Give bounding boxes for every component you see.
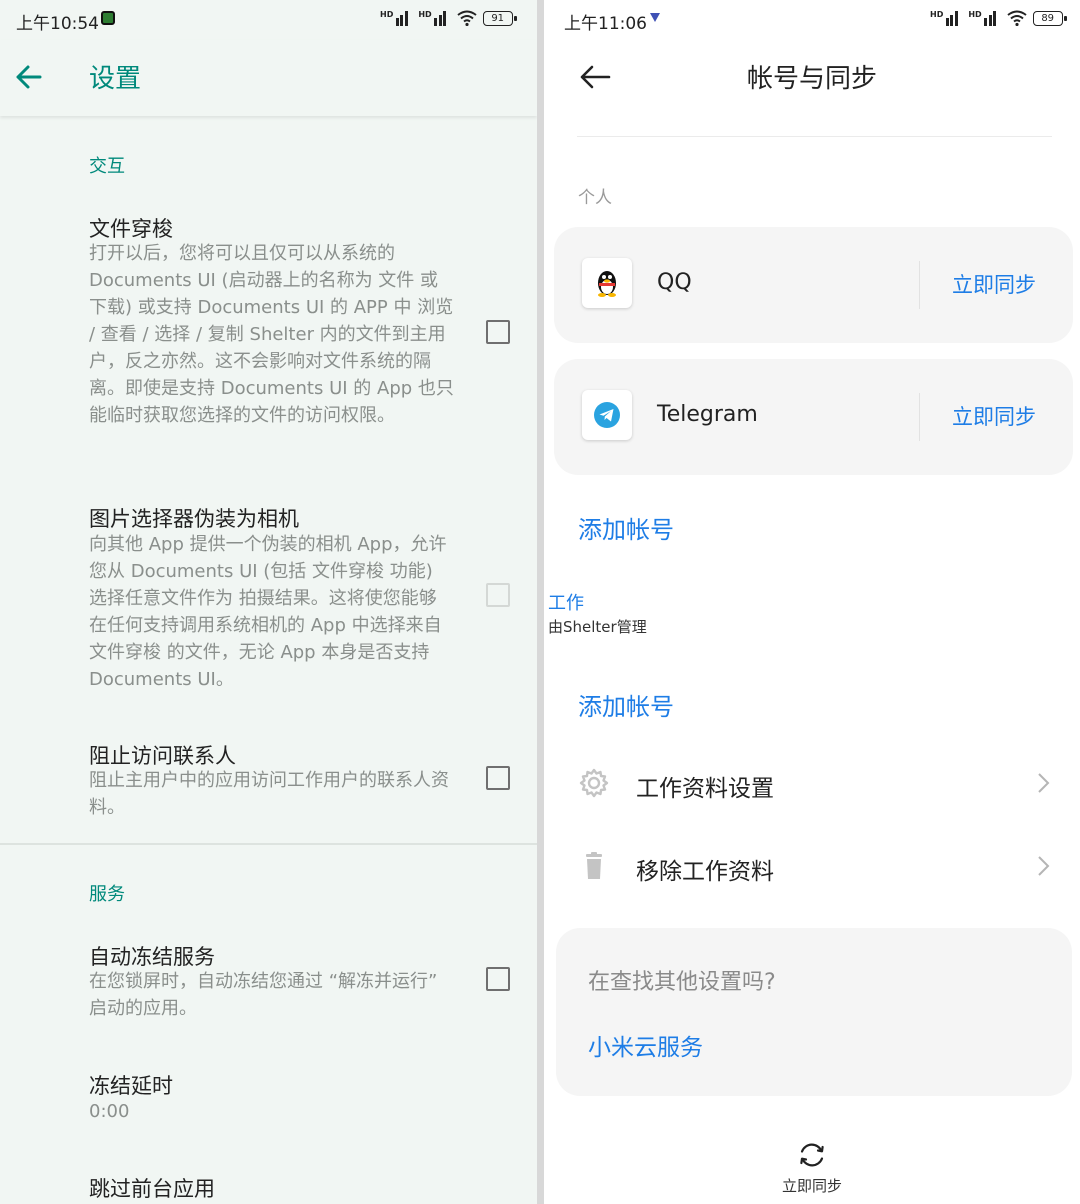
status-bar: 上午11:06 HD HD 89 <box>544 0 1080 40</box>
vpn-key-icon <box>650 13 660 22</box>
back-arrow-icon[interactable] <box>12 60 46 94</box>
app-bar: 设置 <box>0 40 537 116</box>
auto-freeze-checkbox[interactable] <box>486 967 510 991</box>
shelter-settings-screen: 上午10:54 HD HD 91 设置 交互 文件穿梭 打开以后，您将可以且仅可… <box>0 0 537 1204</box>
status-icons: HD HD 91 <box>380 10 517 26</box>
screen-separator <box>537 0 544 1204</box>
status-bar: 上午10:54 HD HD 91 <box>0 0 537 40</box>
pref-title: 阻止访问联系人 <box>89 744 236 768</box>
battery-icon: 89 <box>1032 10 1067 26</box>
other-settings-card: 在查找其他设置吗? 小米云服务 <box>556 928 1072 1096</box>
pref-summary: 打开以后，您将可以且仅可以从系统的 Documents UI (启动器上的名称为… <box>89 243 454 426</box>
xiaomi-cloud-link[interactable]: 小米云服务 <box>588 1028 703 1062</box>
pref-summary: 向其他 App 提供一个伪装的相机 App，允许您从 Documents UI … <box>89 534 447 690</box>
qq-penguin-icon <box>582 258 632 308</box>
battery-icon: 91 <box>482 10 517 26</box>
file-shuttle-checkbox[interactable] <box>486 320 510 344</box>
sync-icon <box>800 1143 824 1167</box>
divider <box>919 393 920 441</box>
pref-summary: 阻止主用户中的应用访问工作用户的联系人资料。 <box>89 770 449 818</box>
work-group-subtitle: 由Shelter管理 <box>548 618 647 636</box>
status-time: 上午11:06 <box>564 14 647 34</box>
sync-now-button[interactable]: 立即同步 <box>952 269 1036 299</box>
pref-summary: 0:00 <box>89 1101 130 1122</box>
divider <box>577 136 1052 137</box>
sync-now-button[interactable]: 立即同步 <box>952 401 1036 431</box>
section-header-services: 服务 <box>89 884 125 905</box>
signal-icon: HD <box>418 10 450 26</box>
status-time: 上午10:54 <box>16 14 99 34</box>
chevron-right-icon <box>1038 773 1050 793</box>
battery-level: 89 <box>1041 12 1055 24</box>
telegram-icon <box>582 390 632 440</box>
section-header-interaction: 交互 <box>89 156 125 177</box>
pref-summary: 在您锁屏时，自动冻结您通过 “解冻并运行” 启动的应用。 <box>89 971 438 1019</box>
pref-title: 文件穿梭 <box>89 217 173 241</box>
accounts-sync-screen: 上午11:06 HD HD 89 帐号与同步 个人 QQ 立即同步 Telegr… <box>544 0 1080 1204</box>
trash-icon <box>586 852 602 879</box>
wifi-icon <box>1007 10 1027 26</box>
personal-group-label: 个人 <box>578 188 612 208</box>
battery-level: 91 <box>491 12 505 24</box>
pref-title: 自动冻结服务 <box>89 945 215 969</box>
chevron-right-icon <box>1038 856 1050 876</box>
pref-title: 跳过前台应用 <box>89 1177 215 1201</box>
wifi-icon <box>457 10 477 26</box>
row-title: 工作资料设置 <box>636 776 774 802</box>
gear-icon <box>579 768 609 798</box>
divider <box>0 843 537 845</box>
divider <box>919 261 920 309</box>
signal-icon: HD <box>380 10 412 26</box>
account-card-telegram[interactable]: Telegram 立即同步 <box>554 359 1073 475</box>
work-group-label: 工作 <box>548 593 584 614</box>
bottom-sync-label: 立即同步 <box>782 1177 843 1195</box>
account-name: QQ <box>657 270 692 295</box>
notification-app-icon <box>101 11 115 25</box>
status-icons: HD HD 89 <box>930 10 1067 26</box>
row-title: 移除工作资料 <box>636 859 774 885</box>
other-settings-question: 在查找其他设置吗? <box>588 970 776 995</box>
block-contacts-checkbox[interactable] <box>486 766 510 790</box>
bottom-sync-now-button[interactable]: 立即同步 <box>782 1140 842 1196</box>
signal-icon: HD <box>930 10 962 26</box>
account-name: Telegram <box>657 402 758 427</box>
account-card-qq[interactable]: QQ 立即同步 <box>554 227 1073 343</box>
pref-title: 图片选择器伪装为相机 <box>89 507 299 531</box>
fake-camera-checkbox <box>486 583 510 607</box>
work-add-account-button[interactable]: 添加帐号 <box>578 687 674 722</box>
page-title: 设置 <box>89 64 142 94</box>
page-title: 帐号与同步 <box>746 64 877 94</box>
signal-icon: HD <box>968 10 1000 26</box>
pref-title: 冻结延时 <box>89 1074 173 1098</box>
add-account-button[interactable]: 添加帐号 <box>578 510 674 545</box>
